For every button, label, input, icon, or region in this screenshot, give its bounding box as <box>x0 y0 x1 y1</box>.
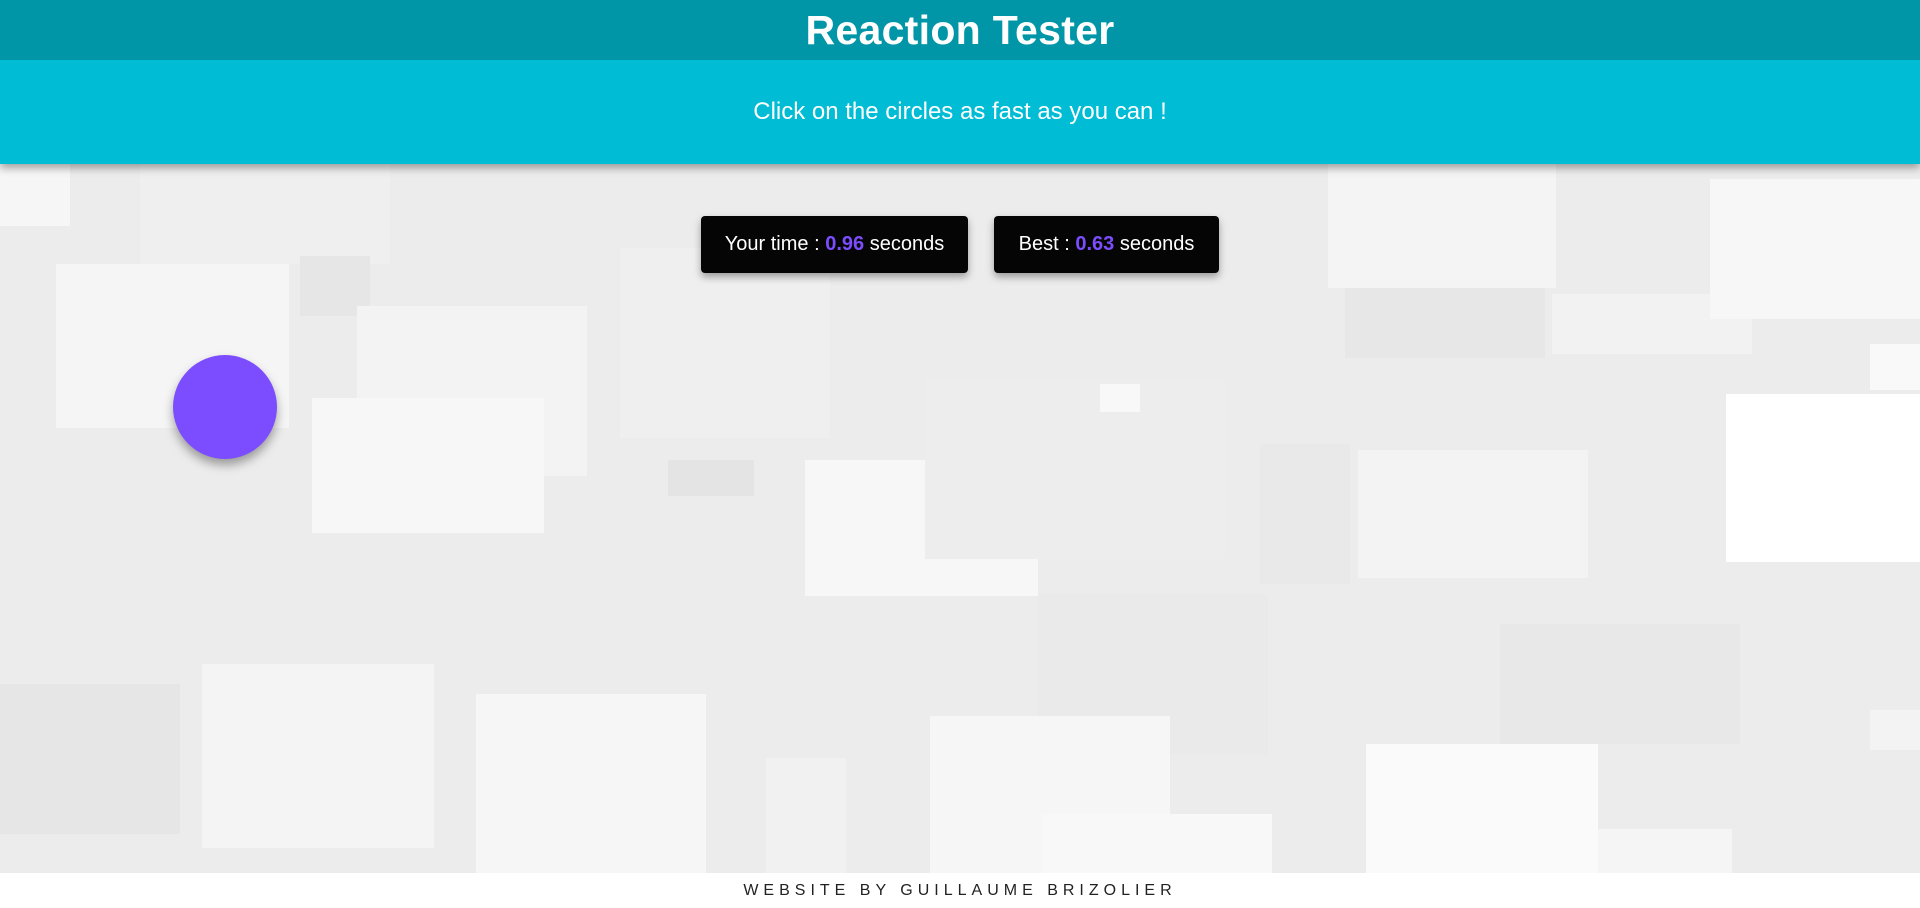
background-tile <box>1598 829 1732 873</box>
background-tile <box>476 694 706 873</box>
instruction-text: Click on the circles as fast as you can … <box>753 98 1167 125</box>
footer-credit: WEBSITE BY GUILLAUME BRIZOLIER <box>743 881 1177 899</box>
background-tile <box>1100 384 1140 412</box>
background-tile <box>1328 164 1556 288</box>
page-title: Reaction Tester <box>805 6 1115 53</box>
background-tile <box>0 684 180 834</box>
background-tile <box>620 248 830 438</box>
background-tile <box>1260 444 1350 584</box>
background-tile <box>668 460 754 496</box>
background-tile <box>140 164 390 264</box>
best-time-unit: seconds <box>1119 233 1195 255</box>
background-tile <box>1870 710 1920 750</box>
target-circle[interactable] <box>173 355 277 459</box>
background-tile <box>1366 744 1598 873</box>
background-tile <box>1042 814 1272 873</box>
background-tile <box>1726 394 1920 562</box>
background-tile <box>1345 288 1545 358</box>
background-tile <box>202 664 434 848</box>
footer: WEBSITE BY GUILLAUME BRIZOLIER <box>0 873 1920 908</box>
your-time-label: Your time : <box>724 233 820 255</box>
instruction-bar: Click on the circles as fast as you can … <box>0 60 1920 164</box>
best-time-label: Best : <box>1018 233 1070 255</box>
background-tile <box>1870 344 1920 390</box>
your-time-value: 0.96 <box>825 233 865 255</box>
background-tile <box>1710 179 1920 319</box>
background-tile <box>1358 450 1588 578</box>
background-tile <box>0 164 70 226</box>
best-time-box: Best : 0.63 seconds <box>994 216 1219 273</box>
title-bar: Reaction Tester <box>0 0 1920 60</box>
your-time-unit: seconds <box>869 233 945 255</box>
background-tile <box>925 379 1225 559</box>
background-tile <box>312 398 544 533</box>
background-tile <box>1500 624 1740 744</box>
your-time-box: Your time : 0.96 seconds <box>701 216 968 273</box>
background-tile <box>766 758 846 873</box>
best-time-value: 0.63 <box>1075 233 1115 255</box>
